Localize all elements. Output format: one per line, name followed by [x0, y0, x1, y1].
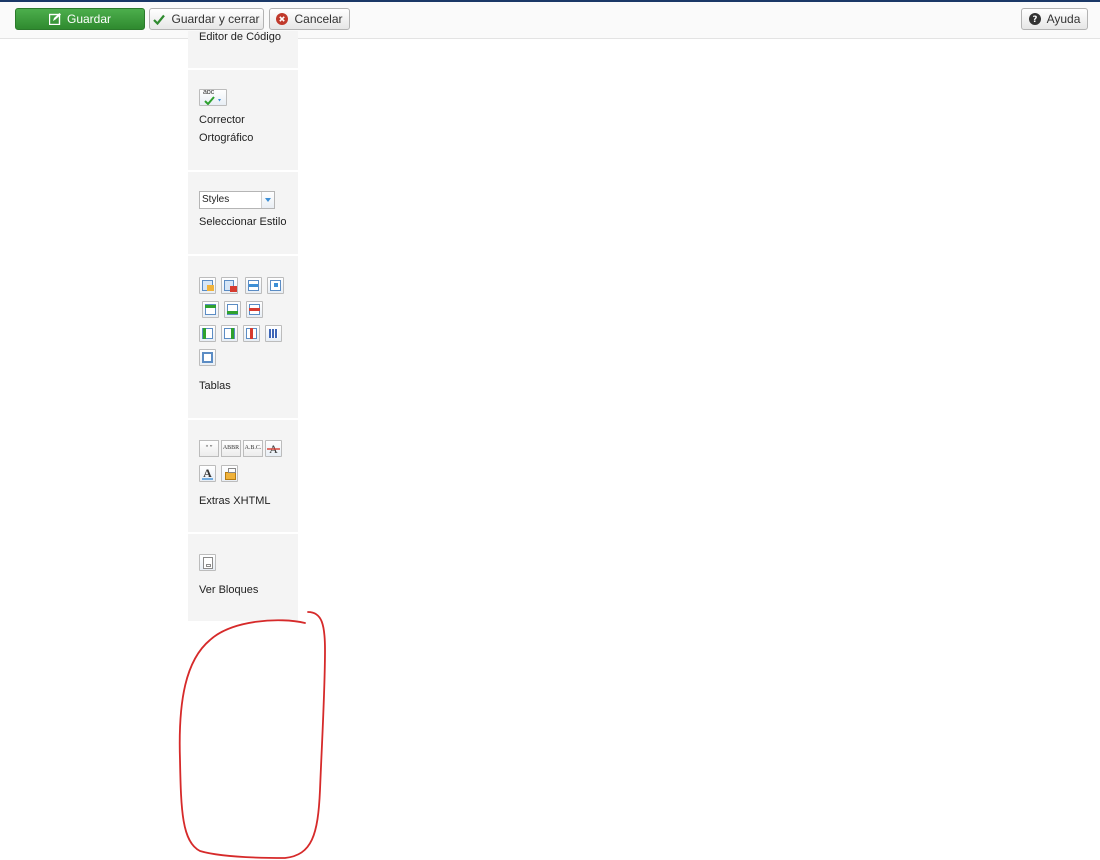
table-insert-col-after-icon[interactable]	[221, 325, 238, 342]
table-delete-row-icon[interactable]	[246, 301, 263, 318]
save-button[interactable]: Guardar	[15, 8, 145, 30]
spell-checker-label-line2: Ortográfico	[199, 132, 254, 144]
abbreviation-icon-text: ABBR	[222, 445, 240, 451]
table-delete-icon[interactable]	[221, 277, 238, 294]
cancel-circle-icon	[276, 13, 289, 25]
styles-select-value: Styles	[202, 194, 230, 205]
plugin-show-blocks: Ver Bloques	[188, 534, 298, 623]
save-and-close-button[interactable]: Guardar y cerrar	[149, 8, 264, 30]
toolbar: Guardar Guardar y cerrar Cancelar ? Ayud…	[0, 2, 1100, 39]
strikethrough-a-icon[interactable]: A	[265, 440, 282, 457]
tables-label: Tablas	[199, 380, 231, 392]
xhtml-extras-label: Extras XHTML	[199, 495, 271, 507]
spellcheck-check-mark	[204, 96, 221, 105]
cite-icon-text: “ ”	[205, 445, 213, 451]
table-insert-col-before-icon[interactable]	[199, 325, 216, 342]
table-delete-col-icon[interactable]	[243, 325, 260, 342]
show-blocks-label: Ver Bloques	[199, 584, 259, 596]
acronym-icon-text: A.B.C.	[244, 445, 262, 451]
table-insert-row-after-icon[interactable]	[224, 301, 241, 318]
chevron-down-icon[interactable]	[261, 192, 274, 208]
acronym-icon[interactable]: A.B.C.	[243, 440, 263, 457]
cite-icon[interactable]: “ ”	[199, 440, 219, 457]
annotation-stroke	[178, 611, 326, 859]
table-row-properties-icon[interactable]	[245, 277, 262, 294]
show-blocks-icon[interactable]	[199, 554, 216, 571]
spellcheck-icon[interactable]: abc	[199, 89, 227, 106]
table-split-cells-icon[interactable]	[199, 349, 216, 366]
table-merge-cells-icon[interactable]	[265, 325, 282, 342]
plugin-code-editor: Editor de Código	[188, 31, 298, 70]
question-circle-icon: ?	[1028, 13, 1041, 25]
cancel-button-label: Cancelar	[294, 12, 343, 26]
spellcheck-icon-text: abc	[203, 89, 215, 96]
edit-icon	[48, 13, 61, 25]
code-editor-label: Editor de Código	[199, 31, 281, 43]
check-icon	[153, 14, 166, 25]
plugin-spell-checker: abc Corrector Ortográfico	[188, 70, 298, 172]
red-annotation-circle	[178, 611, 326, 859]
spell-checker-label-line1: Corrector	[199, 114, 245, 126]
cancel-button[interactable]: Cancelar	[269, 8, 350, 30]
table-properties-icon[interactable]	[199, 277, 216, 294]
save-and-close-label: Guardar y cerrar	[171, 12, 260, 26]
table-cell-properties-icon[interactable]	[267, 277, 284, 294]
plugin-style-select: Styles Seleccionar Estilo	[188, 172, 298, 256]
styles-select[interactable]: Styles	[199, 191, 275, 209]
plugin-xhtml-extras: “ ” ABBR A.B.C. A A Extras XHTML	[188, 420, 298, 534]
save-button-label: Guardar	[66, 12, 112, 26]
svg-text:?: ?	[1032, 15, 1037, 25]
editor-plugins-panel: Editor de Código abc Corrector Ortográfi…	[188, 31, 298, 623]
underline-a-icon[interactable]: A	[199, 465, 216, 482]
svg-text:A: A	[203, 466, 212, 480]
style-select-label: Seleccionar Estilo	[199, 216, 287, 228]
help-button-label: Ayuda	[1046, 12, 1081, 26]
abbreviation-icon[interactable]: ABBR	[221, 440, 241, 457]
help-button[interactable]: ? Ayuda	[1021, 8, 1088, 30]
attributes-icon[interactable]	[221, 465, 238, 482]
plugin-tables: Tablas	[188, 256, 298, 420]
table-insert-row-before-icon[interactable]	[202, 301, 219, 318]
